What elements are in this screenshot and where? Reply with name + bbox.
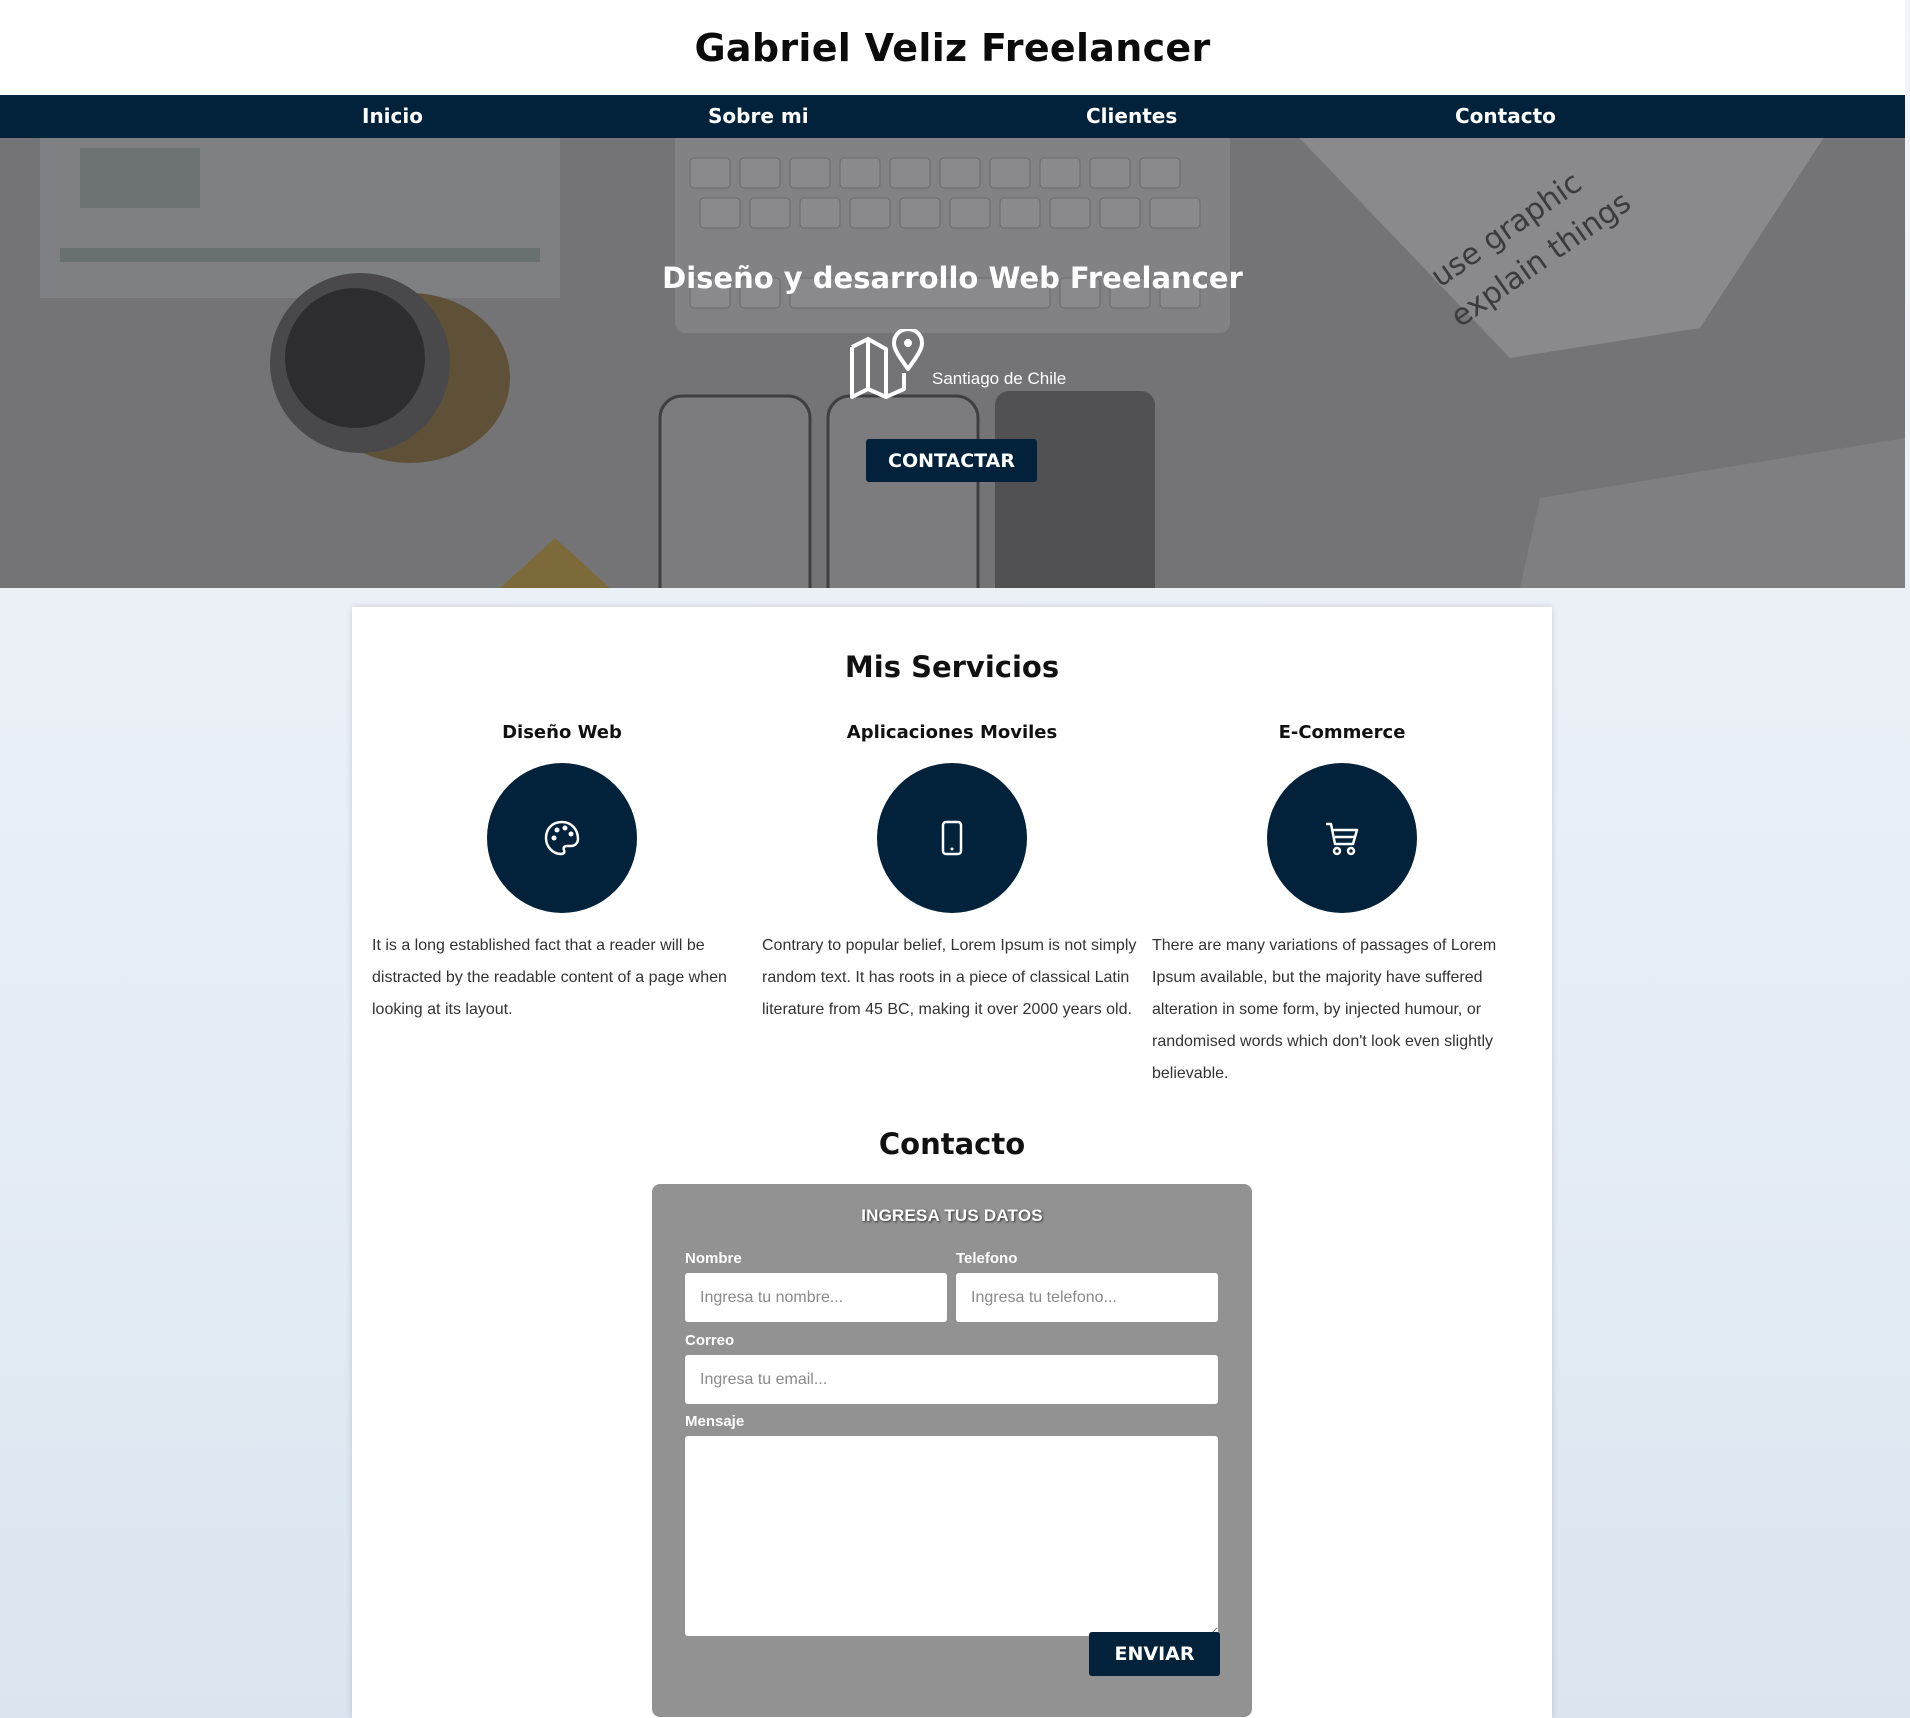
contactar-button[interactable]: CONTACTAR [866,439,1037,482]
phone-label: Telefono [956,1250,1018,1267]
location-text: Santiago de Chile [932,369,1067,388]
hero-content: Diseño y desarrollo Web Freelancer Santi… [0,138,1905,588]
site-title: Gabriel Veliz Freelancer [694,25,1211,70]
service-circle [1267,763,1417,913]
service-circle [487,763,637,913]
message-textarea[interactable] [685,1436,1218,1636]
main-nav [0,95,1905,138]
contact-form: INGRESA TUS DATOS Nombre Telefono Correo… [652,1184,1252,1717]
services-title: Mis Servicios [844,650,1060,684]
hero-section: use graphic explain things Diseño y desa… [0,138,1905,588]
message-label: Mensaje [685,1413,745,1430]
email-label: Correo [685,1332,735,1349]
service-description: There are many variations of passages of… [1152,937,1497,1082]
service-card-e-commerce: E-Commerce There are many variations of … [1152,722,1542,1090]
mobile-icon [941,820,963,856]
contact-title: Contacto [878,1127,1026,1161]
name-input[interactable] [685,1273,947,1322]
form-heading: INGRESA TUS DATOS [861,1206,1043,1225]
cart-icon [1326,822,1359,856]
palette-icon [544,820,580,856]
nav-item-clientes[interactable]: Clientes [1086,95,1177,138]
nav-item-sobre-mi[interactable]: Sobre mi [708,95,809,138]
service-title: E-Commerce [1278,722,1406,743]
nav-item-contacto[interactable]: Contacto [1455,95,1556,138]
service-card-diseno-web: Diseño Web It is a long established fact… [372,722,762,1026]
content-card: Mis Servicios Diseño Web It is a long es… [352,607,1552,1718]
hero-title: Diseño y desarrollo Web Freelancer [662,261,1243,295]
phone-input[interactable] [956,1273,1218,1322]
service-card-aplicaciones-moviles: Aplicaciones Moviles Contrary to popular… [762,722,1152,1026]
service-circle [877,763,1027,913]
service-description: It is a long established fact that a rea… [372,937,727,1018]
service-title: Diseño Web [502,722,622,743]
site-header: Gabriel Veliz Freelancer [0,0,1905,95]
page: Gabriel Veliz Freelancer Inicio Sobre mi… [0,0,1905,1718]
nav-item-inicio[interactable]: Inicio [362,95,423,138]
enviar-button[interactable]: ENVIAR [1089,1632,1220,1676]
name-label: Nombre [685,1250,742,1267]
service-title: Aplicaciones Moviles [846,722,1058,743]
hero-location: Santiago de Chile [848,326,1066,401]
email-input[interactable] [685,1355,1218,1404]
service-description: Contrary to popular belief, Lorem Ipsum … [762,937,1137,1018]
map-pin-icon [850,329,924,399]
